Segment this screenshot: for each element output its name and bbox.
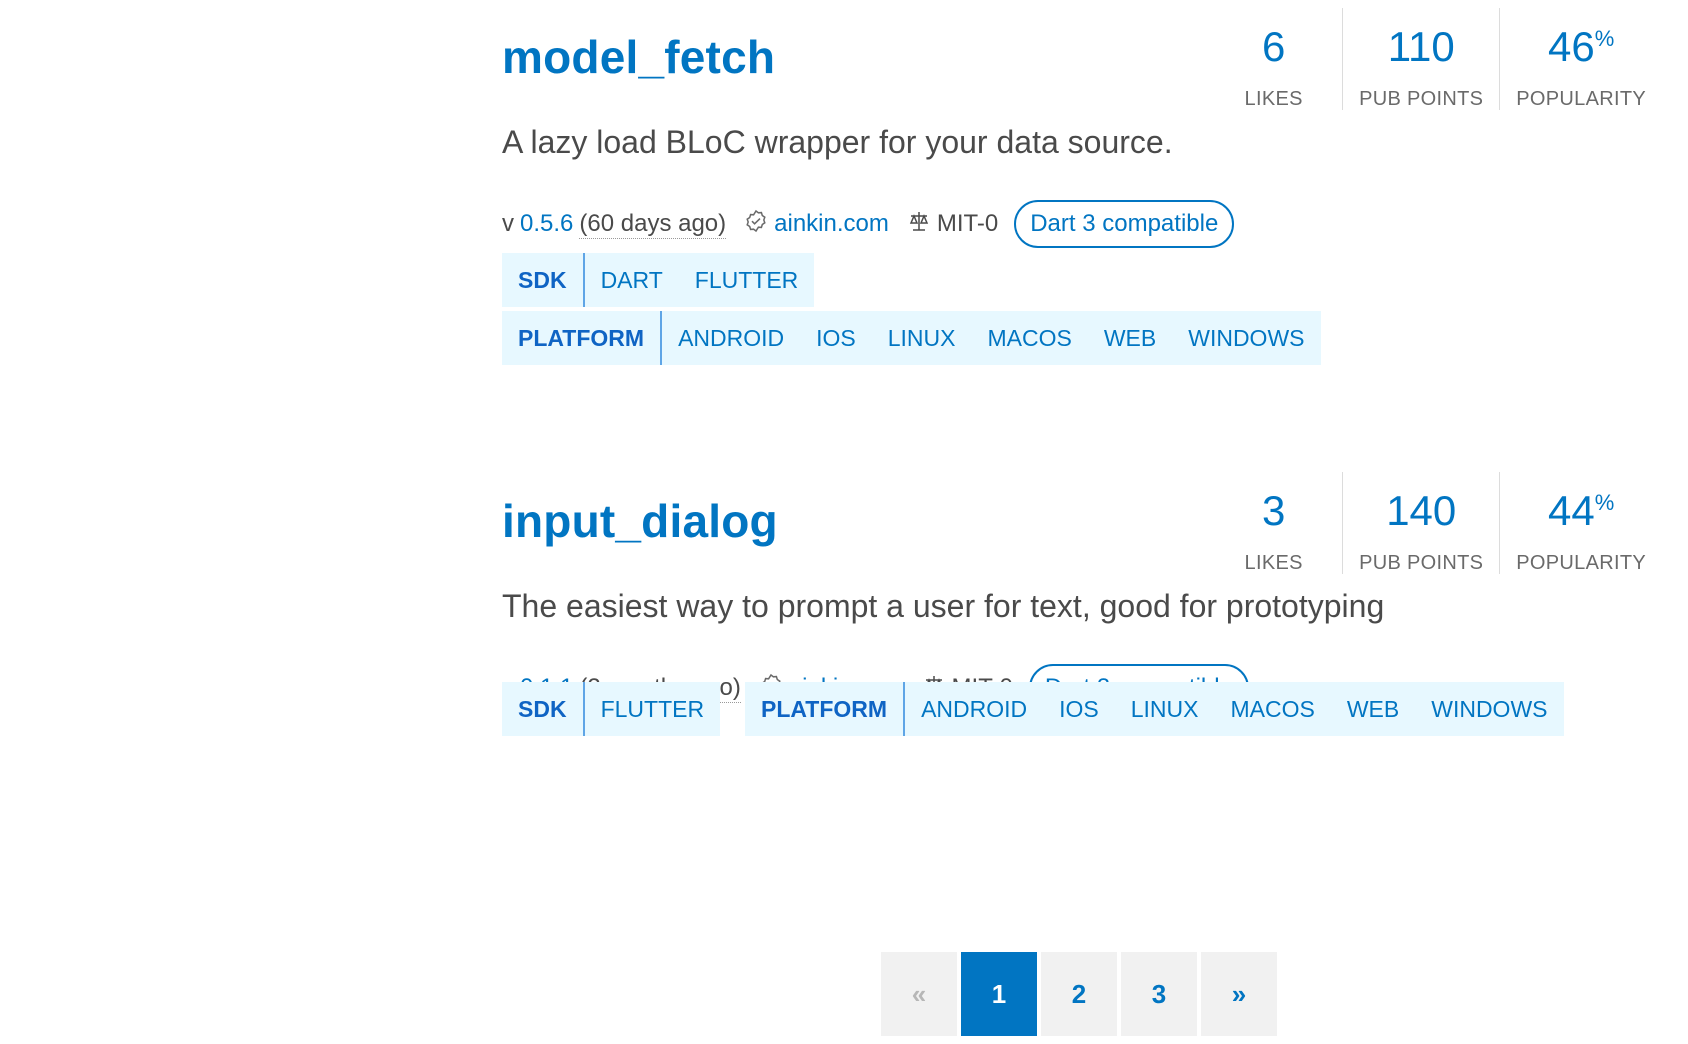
platform-tag-android[interactable]: ANDROID	[905, 682, 1043, 736]
platform-tag-label[interactable]: PLATFORM	[502, 311, 663, 365]
release-age: (60 days ago)	[579, 209, 727, 239]
platform-tag-group: PLATFORM ANDROID IOS LINUX MACOS WEB WIN…	[502, 311, 1321, 365]
popularity-metric: 44% POPULARITY	[1499, 472, 1662, 574]
popularity-unit: %	[1594, 26, 1615, 51]
version-link[interactable]: 0.5.6	[520, 210, 573, 238]
sdk-tag-flutter[interactable]: FLUTTER	[585, 682, 721, 736]
sdk-tag-label[interactable]: SDK	[502, 253, 585, 307]
popularity-metric: 46% POPULARITY	[1499, 8, 1662, 110]
package-title-link[interactable]: input_dialog	[502, 494, 778, 548]
pub-points-metric: 140 PUB POINTS	[1342, 472, 1499, 574]
pub-points-metric: 110 PUB POINTS	[1342, 8, 1499, 110]
sdk-tag-group: SDK FLUTTER	[502, 682, 721, 736]
platform-tag-windows[interactable]: WINDOWS	[1172, 311, 1320, 365]
platform-tag-linux[interactable]: LINUX	[872, 311, 972, 365]
platform-tag-ios[interactable]: IOS	[1043, 682, 1115, 736]
platform-tag-group: PLATFORM ANDROID IOS LINUX MACOS WEB WIN…	[745, 682, 1564, 736]
popularity-label: POPULARITY	[1516, 552, 1646, 574]
pub-points-value: 140	[1386, 487, 1457, 534]
pagination-next-button[interactable]: »	[1201, 952, 1277, 1036]
package-description: The easiest way to prompt a user for tex…	[502, 588, 1385, 624]
package-description: A lazy load BLoC wrapper for your data s…	[502, 124, 1173, 160]
sdk-tag-group: SDK DART FLUTTER	[502, 253, 815, 307]
likes-value: 3	[1261, 487, 1286, 534]
pagination-page-1[interactable]: 1	[961, 952, 1037, 1036]
platform-tag-web[interactable]: WEB	[1088, 311, 1172, 365]
sdk-tag-flutter[interactable]: FLUTTER	[679, 253, 815, 307]
scale-icon	[907, 209, 931, 239]
likes-metric: 6 LIKES	[1205, 8, 1342, 111]
pagination-prev-button: «	[881, 952, 957, 1036]
platform-tag-windows[interactable]: WINDOWS	[1415, 682, 1563, 736]
likes-metric: 3 LIKES	[1205, 472, 1342, 575]
popularity-value: 46%	[1548, 23, 1615, 70]
platform-tag-android[interactable]: ANDROID	[662, 311, 800, 365]
package-metrics: 3 LIKES 140 PUB POINTS 44% POPULARITY	[1205, 472, 1662, 574]
popularity-unit: %	[1594, 490, 1615, 515]
publisher-link[interactable]: ainkin.com	[774, 210, 889, 238]
popularity-label: POPULARITY	[1516, 88, 1646, 110]
pagination-page-3[interactable]: 3	[1121, 952, 1197, 1036]
likes-label: LIKES	[1244, 88, 1303, 110]
platform-tag-label[interactable]: PLATFORM	[745, 682, 906, 736]
sdk-tag-dart[interactable]: DART	[585, 253, 679, 307]
likes-label: LIKES	[1244, 552, 1303, 574]
pub-points-value: 110	[1387, 23, 1455, 70]
license-label: MIT-0	[936, 210, 999, 237]
platform-tag-web[interactable]: WEB	[1331, 682, 1415, 736]
pagination-page-2[interactable]: 2	[1041, 952, 1117, 1036]
verified-badge-icon	[744, 209, 768, 239]
platform-tag-macos[interactable]: MACOS	[1215, 682, 1331, 736]
sdk-tag-label[interactable]: SDK	[502, 682, 585, 736]
platform-tag-macos[interactable]: MACOS	[972, 311, 1088, 365]
package-title-link[interactable]: model_fetch	[502, 30, 775, 84]
pub-points-label: PUB POINTS	[1359, 88, 1484, 110]
likes-value: 6	[1261, 23, 1286, 70]
dart3-compatible-badge[interactable]: Dart 3 compatible	[1014, 200, 1235, 248]
platform-tag-ios[interactable]: IOS	[800, 311, 872, 365]
version-prefix: v	[502, 210, 514, 237]
pub-points-label: PUB POINTS	[1359, 552, 1484, 574]
package-meta: v 0.5.6 (60 days ago) ainkin.com MIT-0 D…	[502, 200, 1235, 248]
pagination: « 1 2 3 »	[881, 952, 1281, 1036]
popularity-value: 44%	[1548, 487, 1615, 534]
platform-tag-linux[interactable]: LINUX	[1115, 682, 1215, 736]
package-metrics: 6 LIKES 110 PUB POINTS 46% POPULARITY	[1205, 8, 1662, 110]
